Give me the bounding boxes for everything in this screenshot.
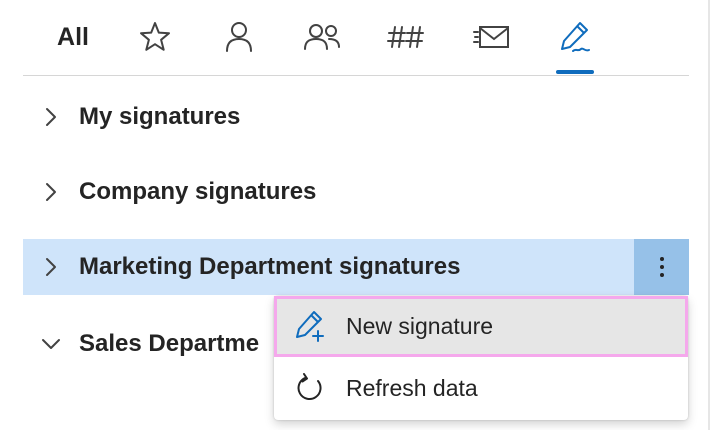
tab-signatures[interactable] [552,0,598,74]
active-tab-indicator [556,70,594,74]
chevron-right-icon [23,239,79,295]
group-label: Company signatures [79,178,317,205]
menu-item-label: Refresh data [346,374,478,401]
menu-item-refresh-data[interactable]: Refresh data [274,358,688,418]
group-label: Marketing Department signatures [79,253,461,280]
people-icon [304,24,340,50]
tab-all[interactable]: All [46,0,100,74]
tab-bar: All [0,0,712,76]
person-icon [226,22,252,52]
group-my-signatures[interactable]: My signatures [23,89,689,145]
hashtag-icon [387,26,424,48]
tab-divider [23,75,689,76]
tab-all-label: All [57,22,89,51]
menu-item-new-signature[interactable]: New signature [274,296,688,356]
tab-personal[interactable] [216,0,262,74]
group-label: My signatures [79,103,241,130]
tab-favorites[interactable] [132,0,178,74]
group-marketing-department-signatures[interactable]: Marketing Department signatures [23,239,689,295]
chevron-down-icon [23,316,79,372]
group-label: Sales Departme [79,330,260,357]
chevron-right-icon [23,164,79,220]
menu-item-label: New signature [346,312,494,339]
signature-pen-icon [561,22,590,52]
signatures-pane: All My signatures Company signatures Mar… [0,0,710,430]
envelope-icon [473,26,509,48]
tab-email[interactable] [468,0,516,74]
more-vertical-icon [659,255,664,279]
chevron-right-icon [23,89,79,145]
tab-shared[interactable] [298,0,346,74]
tab-hashtags[interactable] [382,0,430,74]
star-icon [140,22,170,51]
context-menu: New signature Refresh data [274,296,688,420]
group-company-signatures[interactable]: Company signatures [23,164,689,220]
more-options-button[interactable] [634,239,689,295]
refresh-icon [274,358,346,418]
pen-add-icon [274,296,346,356]
